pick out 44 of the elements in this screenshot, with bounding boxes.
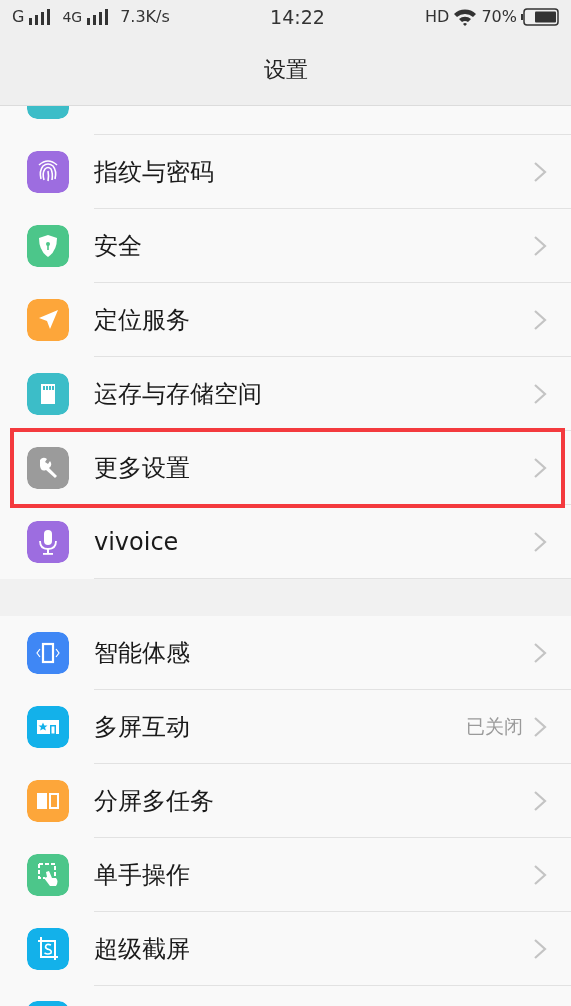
settings-row[interactable]: 智能体感	[0, 616, 571, 690]
chevron-right-icon	[533, 308, 547, 331]
settings-row[interactable]: 指纹与密码	[0, 135, 571, 209]
settings-row[interactable]: 安全	[0, 209, 571, 283]
setting-label: vivoice	[94, 526, 180, 558]
setting-label: 超级截屏	[94, 933, 191, 965]
chevron-right-icon	[533, 863, 547, 886]
settings-row[interactable]: 多屏互动 已关闭	[0, 690, 571, 764]
battery-icon	[521, 8, 559, 26]
chevron-right-icon	[533, 234, 547, 257]
settings-row[interactable]: 更多设置	[0, 431, 571, 505]
settings-row[interactable]: 超级截屏	[0, 912, 571, 986]
chevron-right-icon	[533, 715, 547, 738]
battery-percent: 70%	[481, 6, 517, 28]
carrier-label: G	[12, 6, 25, 28]
hd-label: HD	[425, 6, 450, 28]
chevron-right-icon	[533, 641, 547, 664]
setting-label: 更多设置	[94, 452, 191, 484]
settings-row[interactable]: 单手操作	[0, 838, 571, 912]
settings-row[interactable]: 定位服务	[0, 283, 571, 357]
network-speed: 7.3K/s	[120, 6, 170, 28]
setting-label: 指纹与密码	[94, 156, 215, 188]
screen-title: 设置	[263, 56, 308, 84]
setting-label: 安全	[94, 230, 143, 262]
setting-label: 运存与存储空间	[94, 378, 263, 410]
setting-label: 分屏多任务	[94, 785, 215, 817]
network-label: 4G	[62, 7, 83, 27]
setting-label: 单手操作	[94, 859, 191, 891]
chevron-right-icon	[533, 382, 547, 405]
setting-label: 多屏互动	[94, 711, 191, 743]
chevron-right-icon	[533, 789, 547, 812]
setting-value: 已关闭	[466, 714, 523, 740]
signal-icon	[86, 9, 109, 25]
signal-icon	[28, 9, 51, 25]
chevron-right-icon	[533, 160, 547, 183]
chevron-right-icon	[533, 530, 547, 553]
setting-label: 定位服务	[94, 304, 191, 336]
chevron-right-icon	[533, 456, 547, 479]
settings-row[interactable]: 分屏多任务	[0, 764, 571, 838]
setting-label: 智能体感	[94, 637, 191, 669]
clock: 14:22	[270, 4, 325, 30]
settings-row[interactable]: 运存与存储空间	[0, 357, 571, 431]
chevron-right-icon	[533, 937, 547, 960]
wifi-icon	[453, 8, 478, 26]
